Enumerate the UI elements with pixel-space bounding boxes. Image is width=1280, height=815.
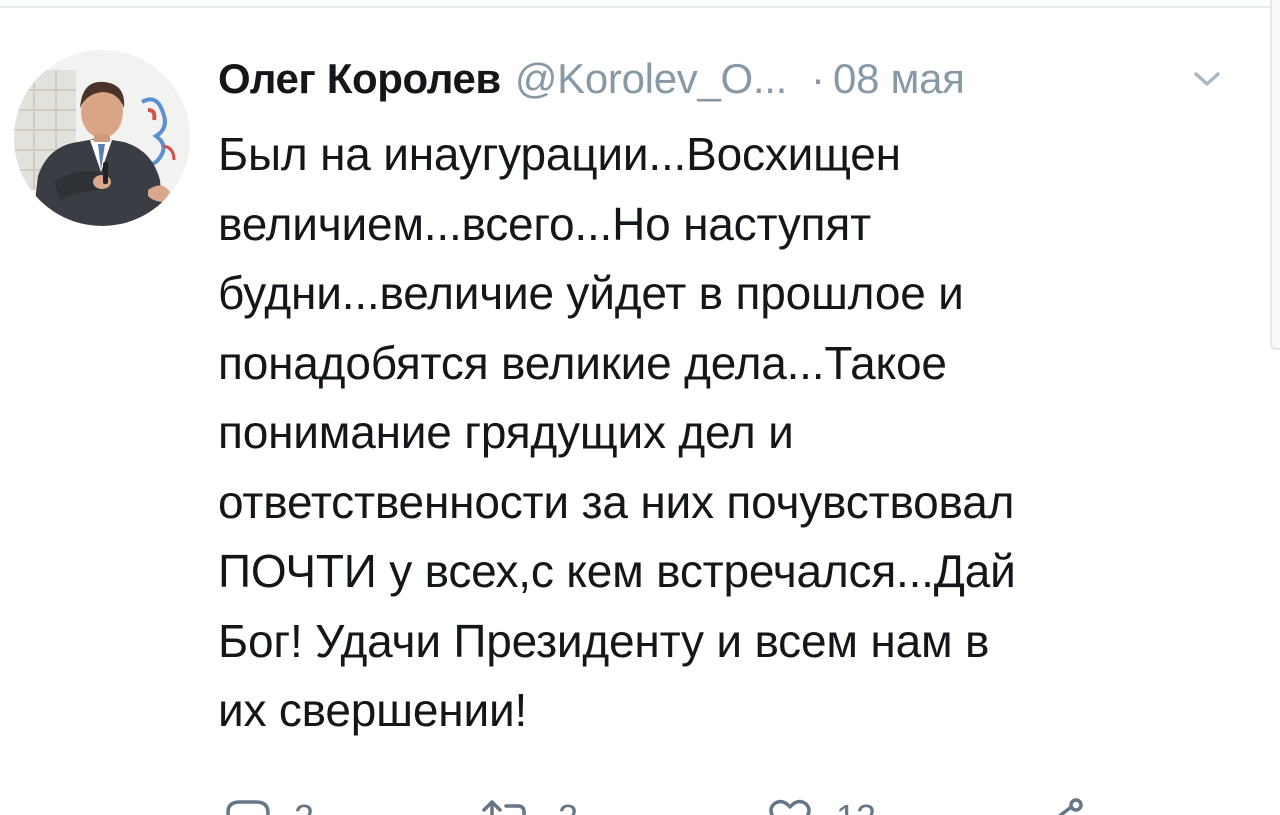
tweet-actions: 2 2 12 <box>218 798 1118 815</box>
like-count: 12 <box>836 798 876 815</box>
tweet-text-line: будни...величие уйдет в прошлое и <box>218 267 964 319</box>
like-button[interactable]: 12 <box>766 798 876 815</box>
tweet-text-line: величием...всего...Но наступят <box>218 197 871 250</box>
tweet-text-line: их свершении! <box>218 684 528 736</box>
heart-icon <box>769 799 811 815</box>
tweet-card[interactable]: Олег Королев @Korolev_O... · 08 мая Был … <box>0 8 1268 815</box>
tweet-text-line: Бог! Удачи Президенту и всем нам в <box>218 614 990 667</box>
tweet-text-line: ПОЧТИ у всех,с кем встречался...Дай <box>218 545 1016 597</box>
share-button[interactable] <box>1040 798 1088 815</box>
retweet-icon <box>482 800 526 815</box>
avatar-photo <box>14 50 190 226</box>
chevron-down-icon[interactable] <box>1190 66 1224 92</box>
retweet-button[interactable]: 2 <box>480 798 578 815</box>
avatar[interactable] <box>14 50 190 226</box>
tweet-text-line: понимание грядущих дел и <box>218 406 794 458</box>
retweet-count: 2 <box>558 798 578 815</box>
tweet-date[interactable]: 08 мая <box>833 48 965 110</box>
reply-button[interactable]: 2 <box>224 798 314 815</box>
tweet-header: Олег Королев @Korolev_O... · 08 мая <box>218 48 1248 110</box>
author-handle[interactable]: @Korolev_O... <box>515 48 787 110</box>
share-icon <box>1057 798 1083 815</box>
reply-icon <box>226 800 270 815</box>
reply-count: 2 <box>294 798 314 815</box>
tweet-text: Был на инаугурации...Восхищен величием..… <box>218 120 1258 746</box>
scrollbar[interactable] <box>1270 0 1280 350</box>
tweet-text-line: ответственности за них почувствовал <box>218 475 1015 528</box>
author-name[interactable]: Олег Королев <box>218 48 501 110</box>
separator-dot: · <box>811 55 826 102</box>
tweet-text-line: понадобятся великие дела...Такое <box>218 336 947 389</box>
tweet-text-line: Был на инаугурации...Восхищен <box>218 128 901 180</box>
